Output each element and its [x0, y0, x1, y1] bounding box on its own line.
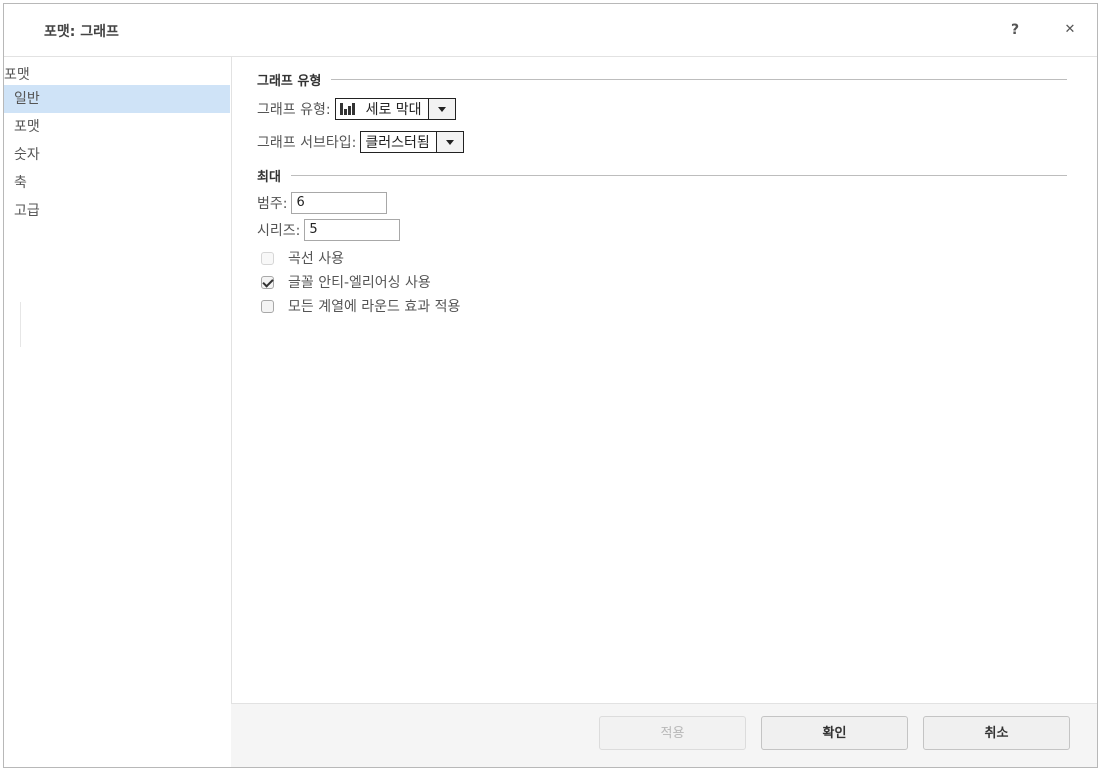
- graph-subtype-value: 클러스터됨: [365, 135, 430, 151]
- close-icon[interactable]: ✕: [1060, 20, 1080, 40]
- sidebar-item-label: 고급: [14, 203, 40, 219]
- help-icon[interactable]: ?: [1005, 20, 1025, 40]
- section-title-text: 그래프 유형: [257, 73, 322, 89]
- ok-button[interactable]: 확인: [761, 716, 908, 750]
- graph-type-value-box[interactable]: 세로 막대: [334, 98, 429, 120]
- legend-count-row: 범주: 6: [257, 190, 388, 216]
- cancel-button[interactable]: 취소: [923, 716, 1070, 750]
- graph-type-label: 그래프 유형:: [257, 102, 331, 118]
- series-count-label: 시리즈:: [257, 223, 301, 239]
- dialog-titlebar: 포맷: 그래프 ? ✕: [4, 4, 1097, 57]
- sidebar-item-format[interactable]: 포맷: [4, 113, 230, 141]
- series-count-input[interactable]: 5: [304, 219, 401, 241]
- rounded-effect-checkbox[interactable]: [261, 299, 274, 313]
- section-title-text: 최대: [257, 169, 281, 185]
- graph-type-select[interactable]: 세로 막대: [334, 98, 456, 120]
- rounded-effect-option[interactable]: 모든 계열에 라운드 효과 적용: [261, 296, 460, 316]
- graph-subtype-row: 그래프 서브타입: 클러스터됨: [257, 129, 464, 155]
- dialog-title: 포맷: 그래프: [44, 24, 119, 40]
- sidebar-header: 포맷: [4, 67, 30, 83]
- graph-subtype-value-box[interactable]: 클러스터됨: [360, 131, 437, 153]
- sidebar-item-advanced[interactable]: 고급: [4, 197, 230, 225]
- graph-subtype-dropdown-arrow[interactable]: [436, 131, 464, 153]
- series-count-row: 시리즈: 5: [257, 217, 401, 243]
- section-divider: [331, 78, 1067, 80]
- max-section-title: 최대: [257, 167, 1067, 185]
- sidebar-item-label: 포맷: [14, 119, 40, 135]
- use-curves-option[interactable]: 곡선 사용: [261, 248, 344, 268]
- sidebar-item-number[interactable]: 숫자: [4, 141, 230, 169]
- sidebar-item-general[interactable]: 일반: [4, 85, 230, 113]
- sidebar-item-label: 일반: [14, 91, 40, 107]
- vertical-bar-chart-icon: [339, 103, 356, 115]
- graph-type-row: 그래프 유형: 세로 막대: [257, 96, 456, 122]
- format-graph-dialog: 포맷: 그래프 ? ✕ 포맷 일반 포맷 숫자 축 고급 그래프 유형 그래프 …: [3, 3, 1098, 768]
- rounded-effect-label: 모든 계열에 라운드 효과 적용: [288, 299, 461, 315]
- graph-type-section-title: 그래프 유형: [257, 71, 1067, 89]
- graph-subtype-label: 그래프 서브타입:: [257, 135, 357, 151]
- use-curves-label: 곡선 사용: [288, 251, 344, 267]
- font-antialiasing-label: 글꼴 안티-엘리어싱 사용: [288, 275, 431, 291]
- sidebar-item-axis[interactable]: 축: [4, 169, 230, 197]
- sidebar-item-label: 숫자: [14, 147, 40, 163]
- sidebar: 포맷 일반 포맷 숫자 축 고급: [4, 57, 232, 767]
- dialog-footer: 적용 확인 취소: [231, 703, 1097, 767]
- use-curves-checkbox[interactable]: [261, 251, 274, 265]
- graph-type-value: 세로 막대: [365, 102, 422, 118]
- sidebar-divider: [20, 302, 21, 347]
- font-antialiasing-checkbox[interactable]: [261, 275, 274, 289]
- section-divider: [290, 174, 1067, 176]
- font-antialiasing-option[interactable]: 글꼴 안티-엘리어싱 사용: [261, 272, 431, 292]
- legend-count-label: 범주:: [257, 196, 288, 212]
- apply-button[interactable]: 적용: [599, 716, 746, 750]
- sidebar-item-label: 축: [14, 175, 27, 191]
- graph-type-dropdown-arrow[interactable]: [428, 98, 456, 120]
- graph-subtype-select[interactable]: 클러스터됨: [360, 131, 464, 153]
- legend-count-input[interactable]: 6: [291, 192, 388, 214]
